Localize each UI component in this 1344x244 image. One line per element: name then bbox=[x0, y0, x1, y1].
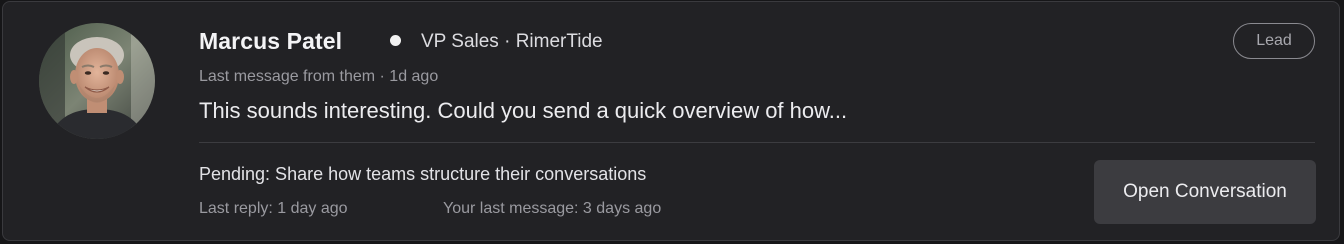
conversation-card: Marcus Patel VP Sales · RimerTide Lead L… bbox=[2, 1, 1340, 241]
status-badge: Lead bbox=[1233, 23, 1315, 59]
last-message-meta: Last message from them · 1d ago bbox=[199, 68, 439, 85]
message-preview: This sounds interesting. Could you send … bbox=[199, 98, 848, 123]
avatar-image bbox=[39, 23, 155, 139]
divider bbox=[199, 142, 1315, 143]
your-last-message-info: Your last message: 3 days ago bbox=[443, 200, 662, 217]
open-conversation-button[interactable]: Open Conversation bbox=[1094, 160, 1316, 224]
contact-role-company: VP Sales · RimerTide bbox=[421, 31, 603, 52]
status-dot-icon bbox=[390, 35, 401, 46]
pending-task: Pending: Share how teams structure their… bbox=[199, 164, 647, 184]
contact-name: Marcus Patel bbox=[199, 28, 343, 54]
avatar bbox=[39, 23, 155, 139]
last-reply-info: Last reply: 1 day ago bbox=[199, 200, 348, 217]
